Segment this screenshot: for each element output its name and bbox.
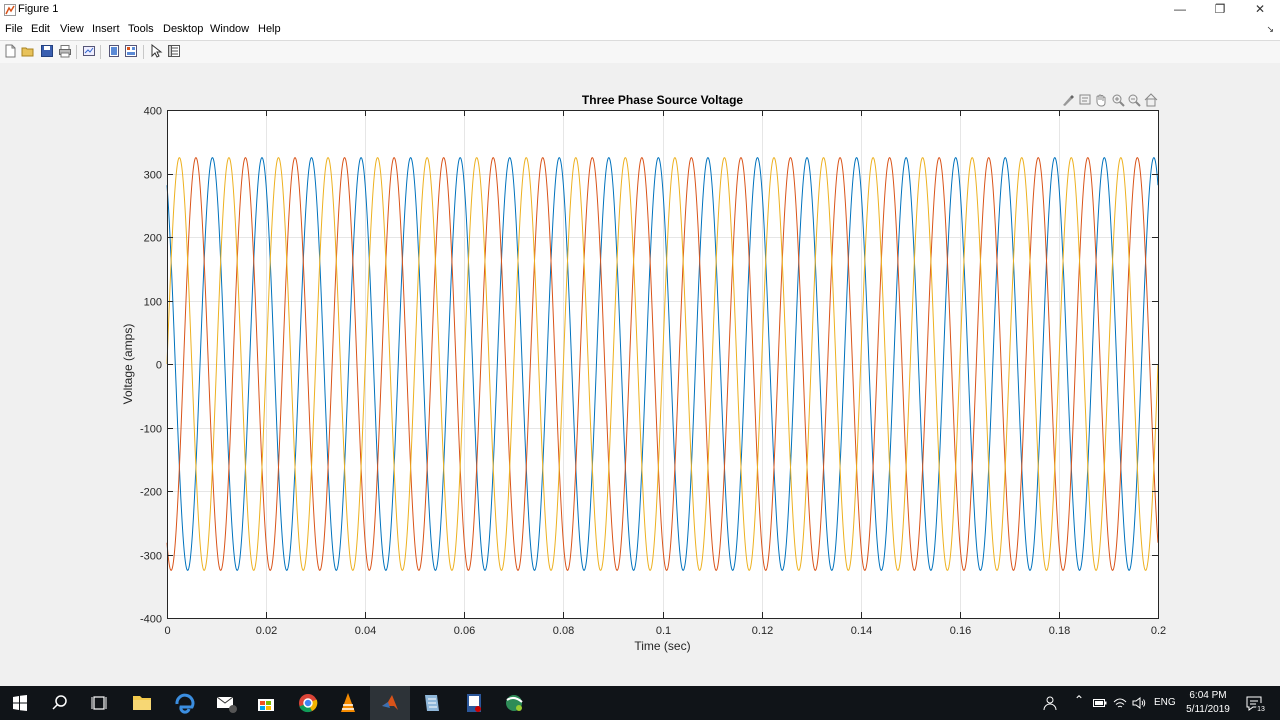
menu-view[interactable]: View	[60, 23, 84, 35]
close-button[interactable]: ✕	[1240, 0, 1280, 20]
print-icon[interactable]	[58, 44, 72, 58]
menu-bar: File Edit View Insert Tools Desktop Wind…	[0, 20, 1280, 40]
zoom-in-icon[interactable]	[1112, 94, 1125, 107]
input-language[interactable]: ENG	[1154, 697, 1176, 708]
battery-icon[interactable]	[1093, 697, 1107, 709]
minimize-button[interactable]: —	[1160, 0, 1200, 20]
menu-tools[interactable]: Tools	[128, 23, 154, 35]
zoom-out-icon[interactable]	[1128, 94, 1141, 107]
y-axis-label: Voltage (amps)	[121, 324, 135, 405]
figure-canvas: 0 0.02 0.04 0.06 0.08 0.1 0.12 0.14 0.16 0.18 0.2 4…	[0, 63, 1280, 686]
pan-icon[interactable]	[1096, 94, 1106, 107]
chevron-up-icon[interactable]: ⌃	[1074, 693, 1084, 707]
x-tick-label: 0.1	[656, 625, 671, 637]
network-app-icon[interactable]	[494, 686, 534, 720]
figure-toolbar	[0, 40, 1280, 64]
y-tick-label: -100	[140, 424, 162, 436]
save-icon[interactable]	[40, 44, 54, 58]
open-file-icon[interactable]	[21, 44, 35, 58]
hide-plot-tools-icon[interactable]	[107, 44, 121, 58]
new-figure-icon[interactable]	[3, 44, 17, 58]
clock-date: 5/11/2019	[1186, 704, 1230, 715]
y-tick-label: 400	[144, 106, 162, 118]
menu-file[interactable]: File	[5, 23, 23, 35]
y-tick-label: -200	[140, 487, 162, 499]
show-plot-tools-icon[interactable]	[124, 44, 138, 58]
matlab-figure-icon	[4, 4, 16, 16]
dock-figure-icon[interactable]: ↘	[1266, 24, 1274, 35]
edit-plot-icon[interactable]	[149, 44, 163, 58]
y-tick-label: -400	[140, 614, 162, 626]
x-tick-label: 0.02	[256, 625, 277, 637]
start-windows-icon[interactable]	[0, 686, 40, 720]
x-axis-label: Time (sec)	[634, 639, 690, 653]
document-app-icon[interactable]	[454, 686, 494, 720]
home-icon[interactable]	[1144, 93, 1158, 107]
brush-icon[interactable]	[1063, 95, 1074, 106]
clock-time: 6:04 PM	[1189, 690, 1227, 701]
x-tick-label: 0.08	[553, 625, 574, 637]
notification-center-icon[interactable]: 13	[1245, 694, 1267, 714]
search-icon[interactable]	[40, 686, 80, 720]
y-tick-label: -300	[140, 551, 162, 563]
x-tick-label: 0.2	[1151, 625, 1166, 637]
volume-icon[interactable]	[1131, 695, 1147, 711]
menu-help[interactable]: Help	[258, 23, 281, 35]
wifi-icon[interactable]	[1112, 695, 1128, 711]
people-icon[interactable]	[1042, 695, 1058, 711]
x-tick-label: 0.04	[355, 625, 376, 637]
property-inspector-icon[interactable]	[167, 44, 181, 58]
y-tick-label: 300	[144, 170, 162, 182]
data-tips-icon[interactable]	[1079, 94, 1091, 105]
task-view-icon[interactable]	[80, 686, 120, 720]
edge-browser-icon[interactable]	[164, 686, 204, 720]
file-explorer-icon[interactable]	[122, 686, 162, 720]
chart-title: Three Phase Source Voltage	[582, 93, 743, 107]
menu-edit[interactable]: Edit	[31, 23, 50, 35]
x-tick-label: 0.12	[752, 625, 773, 637]
axes-toolbar	[1063, 93, 1158, 107]
y-tick-label: 0	[156, 360, 162, 372]
window-title: Figure 1	[18, 3, 59, 15]
windows-taskbar: ⌃ ENG 6:04 PM 5/11/2019 13	[0, 686, 1280, 720]
menu-desktop[interactable]: Desktop	[163, 23, 203, 35]
restore-button[interactable]: ❐	[1200, 0, 1240, 20]
plot-area[interactable]: 0 0.02 0.04 0.06 0.08 0.1 0.12 0.14 0.16 0.18 0.2 4…	[0, 63, 1280, 686]
store-icon[interactable]	[246, 686, 286, 720]
x-tick-label: 0.14	[851, 625, 872, 637]
x-tick-label: 0.06	[454, 625, 475, 637]
chrome-icon[interactable]	[288, 686, 328, 720]
x-tick-label: 0.16	[950, 625, 971, 637]
mail-icon[interactable]	[206, 686, 246, 720]
matlab-taskbar-icon[interactable]	[370, 686, 410, 720]
menu-window[interactable]: Window	[210, 23, 249, 35]
y-tick-label: 100	[144, 297, 162, 309]
taskbar-clock[interactable]: 6:04 PM 5/11/2019	[1178, 689, 1238, 717]
notification-count: 13	[1257, 706, 1265, 713]
vlc-icon[interactable]	[328, 686, 368, 720]
menu-insert[interactable]: Insert	[92, 23, 120, 35]
notes-app-icon[interactable]	[412, 686, 452, 720]
x-tick-label: 0	[164, 625, 170, 637]
window-title-bar: Figure 1 — ❐ ✕	[0, 0, 1280, 20]
y-tick-label: 200	[144, 233, 162, 245]
link-plot-icon[interactable]	[82, 44, 96, 58]
x-tick-label: 0.18	[1049, 625, 1070, 637]
